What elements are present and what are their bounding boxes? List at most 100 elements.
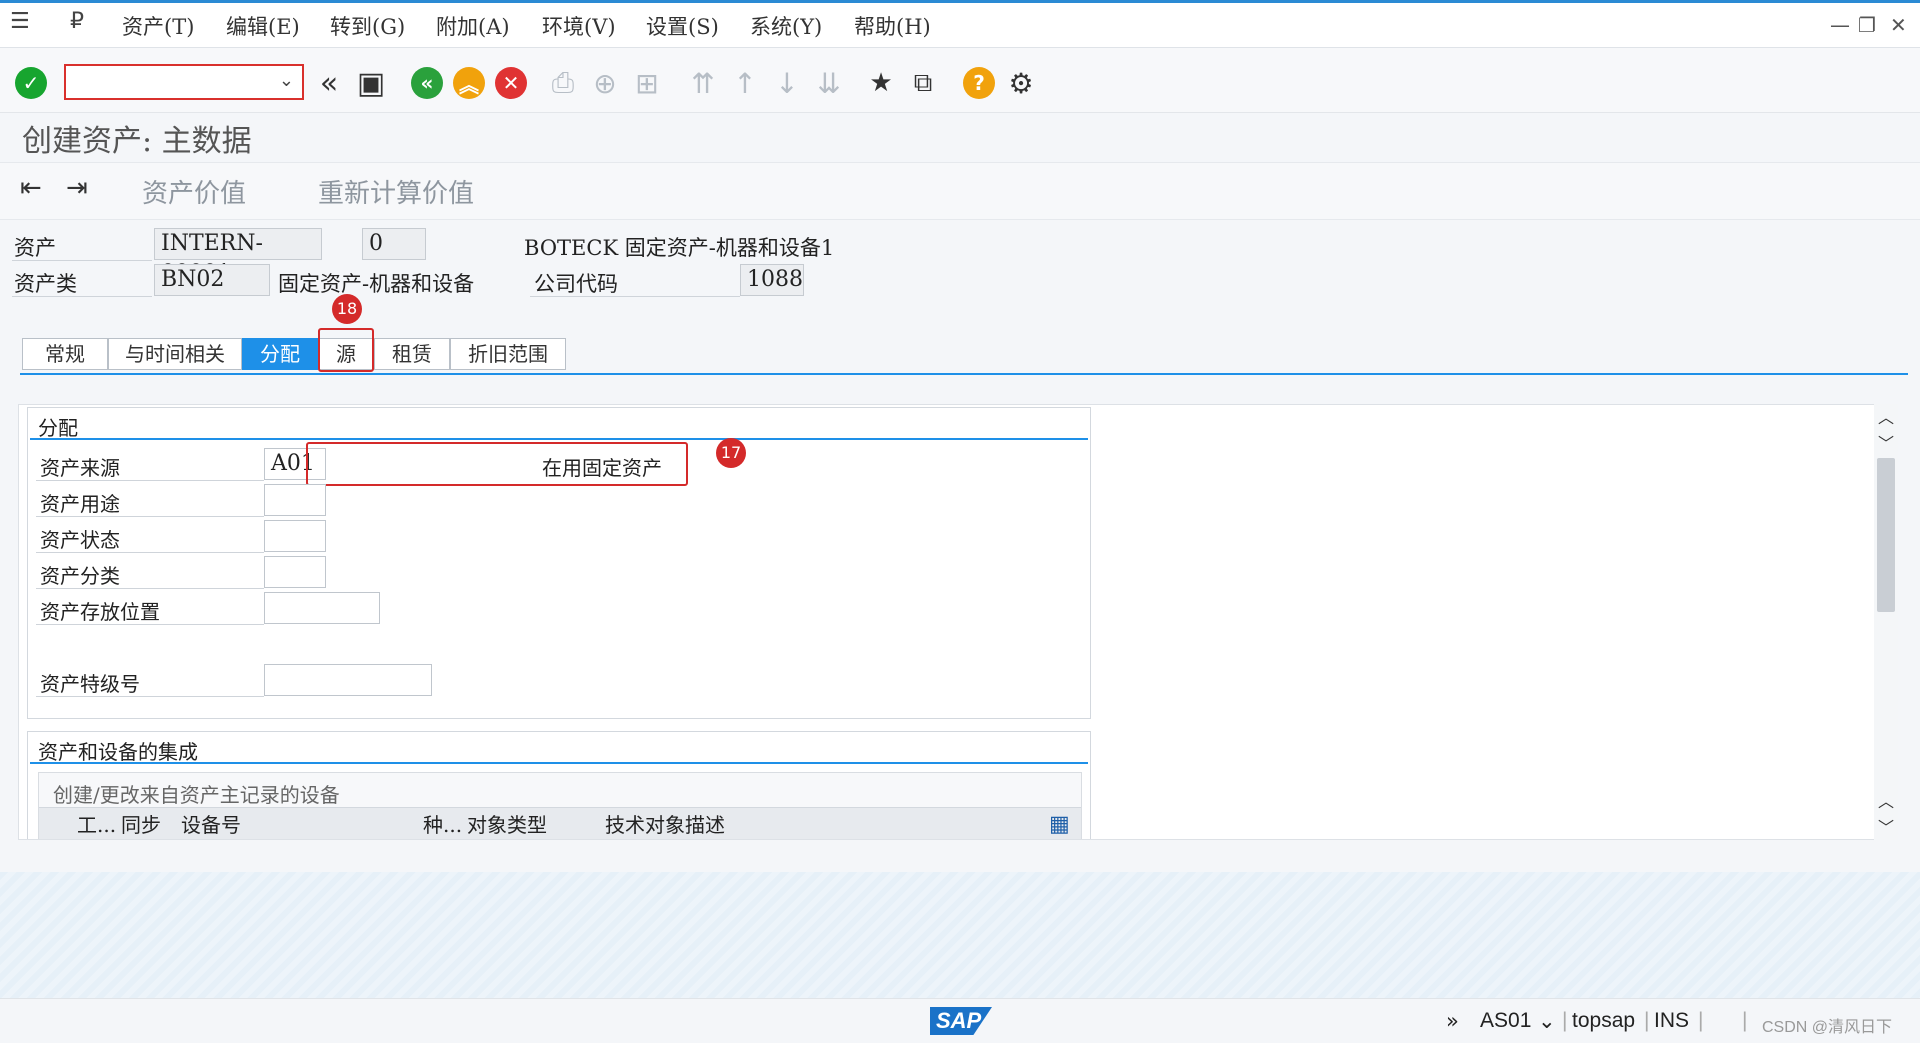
column-header-sync[interactable]: 同步 [121,808,161,839]
menu-system[interactable]: 系统(Y) [750,11,822,41]
menu-edit[interactable]: 编辑(E) [226,11,300,41]
menu-extras[interactable]: 附加(A) [436,11,510,41]
asset-special-number-label: 资产特级号 [40,672,140,696]
scroll-up-icon[interactable]: ︿ [1878,404,1894,428]
menu-icon[interactable]: ☰ [10,9,30,34]
check-icon[interactable]: ✓ [14,66,48,100]
asset-class-field[interactable]: BN02 [154,264,270,296]
scroll-down-icon[interactable]: ﹀ [1878,430,1894,454]
column-header-equipment-number[interactable]: 设备号 [181,808,241,839]
close-icon[interactable]: ✕ [1890,13,1907,37]
scroll-up-icon[interactable]: ︿ [1878,788,1894,812]
annotation-badge-17: 17 [716,438,746,468]
annotation-highlight-tab [318,328,374,372]
prev-page-icon: ↑ [733,66,757,100]
save-icon[interactable]: ▣ [354,66,388,101]
vertical-scrollbar[interactable]: ︿ ﹀ ︿ ﹀ [1874,404,1898,840]
scroll-down-icon[interactable]: ﹀ [1878,814,1894,838]
tab-time-dependent[interactable]: 与时间相关 [108,338,242,370]
divider [36,588,264,589]
menu-goto[interactable]: 转到(G) [330,11,405,41]
background-pattern [0,872,1920,998]
company-code-field[interactable]: 1088 [740,264,804,296]
help-icon[interactable]: ? [962,66,996,100]
divider [36,624,264,625]
expand-status-icon[interactable]: » [1446,1009,1459,1033]
column-header-work[interactable]: 工... [77,808,116,839]
back-double-icon[interactable]: « [312,66,346,101]
asset-number-field[interactable]: INTERN-00001 [154,228,322,286]
transaction-code: AS01 [1480,1009,1532,1032]
asset-location-input[interactable] [264,592,380,624]
divider [530,296,740,297]
maximize-icon[interactable]: ❐ [1858,13,1876,37]
cancel-icon[interactable]: ✕ [494,66,528,100]
sub-number-field[interactable]: 0 [362,228,426,260]
next-object-icon[interactable]: ⇥ [66,173,88,203]
sap-logo: SAP [930,1007,992,1035]
back-icon[interactable]: « [410,66,444,100]
last-page-icon: ⇊ [817,66,841,100]
chevron-down-icon[interactable]: ⌄ [279,70,294,91]
asset-category-label: 资产分类 [40,564,120,588]
divider: | [1698,1009,1704,1032]
print-icon: ⎙ [551,66,575,99]
tab-assignments[interactable]: 分配 [242,338,318,370]
asset-status-input[interactable] [264,520,326,552]
divider [36,552,264,553]
asset-usage-input[interactable] [264,484,326,516]
annotation-badge-18: 18 [332,294,362,324]
annotation-highlight-field [306,442,688,486]
asset-label: 资产 [14,236,56,260]
asset-class-description: 固定资产-机器和设备 [278,272,475,296]
table-settings-icon[interactable]: ▦ [1049,808,1070,839]
column-header-object-type[interactable]: 对象类型 [467,808,547,839]
assignment-group: 分配 资产来源 A01 在用固定资产 17 资产用途 资产状态 资产分类 资产存… [27,407,1091,719]
page-title: 创建资产: 主数据 [22,124,252,159]
divider: | [1562,1009,1568,1032]
shortcut-icon[interactable]: ⧉ [906,66,940,100]
asset-special-number-input[interactable] [264,664,432,696]
column-header-technical-object-description[interactable]: 技术对象描述 [605,808,725,839]
recalculate-values-button[interactable]: 重新计算价值 [318,173,474,210]
divider [12,260,152,261]
scroll-thumb[interactable] [1877,458,1895,612]
standard-toolbar: ✓ ⌄ « ▣ « ︽ ✕ ⎙ ⊕ ⊞ ⇈ ↑ ↓ ⇊ ★ ⧉ ? ⚙ [0,48,1920,113]
chevron-down-icon[interactable]: ⌄ [1538,1009,1556,1033]
menu-help[interactable]: 帮助(H) [854,11,931,41]
menu-environment[interactable]: 环境(V) [542,11,616,41]
command-field[interactable]: ⌄ [64,64,304,100]
minimize-icon[interactable]: — [1830,13,1850,37]
company-code-label: 公司代码 [534,272,618,296]
group-title-line [30,438,1088,440]
first-page-icon: ⇈ [691,66,715,100]
column-header-type[interactable]: 种... [423,808,462,839]
server-name: topsap [1572,1009,1636,1032]
menu-asset[interactable]: 资产(T) [122,11,194,41]
divider [36,696,264,697]
tab-depreciation-areas[interactable]: 折旧范围 [450,338,566,370]
tab-leasing[interactable]: 租赁 [374,338,450,370]
new-session-icon[interactable]: ★ [864,66,898,100]
sap-menu-icon[interactable]: ₽ [70,9,84,34]
application-toolbar: ⇤ ⇥ 资产价值 重新计算价值 [0,162,1920,220]
menu-bar: ☰ ₽ 资产(T) 编辑(E) 转到(G) 附加(A) 环境(V) 设置(S) … [0,0,1920,48]
divider [36,480,264,481]
asset-description: BOTECK 固定资产-机器和设备1 [524,236,835,260]
settings-icon[interactable]: ⚙ [1004,66,1038,100]
asset-category-input[interactable] [264,556,326,588]
asset-status-label: 资产状态 [40,528,120,552]
tab-content-panel: 分配 资产来源 A01 在用固定资产 17 资产用途 资产状态 资产分类 资产存… [18,404,1898,840]
asset-values-button[interactable]: 资产价值 [142,173,246,210]
next-page-icon: ↓ [775,66,799,100]
exit-icon[interactable]: ︽ [452,66,486,100]
tab-strip-line [20,373,1908,375]
divider [36,516,264,517]
tab-general[interactable]: 常规 [22,338,108,370]
divider: | [1644,1009,1650,1032]
previous-object-icon[interactable]: ⇤ [20,173,42,203]
asset-class-label: 资产类 [14,272,77,296]
find-icon: ⊕ [593,66,617,100]
menu-settings[interactable]: 设置(S) [646,11,719,41]
integration-group-title: 资产和设备的集成 [38,740,198,764]
